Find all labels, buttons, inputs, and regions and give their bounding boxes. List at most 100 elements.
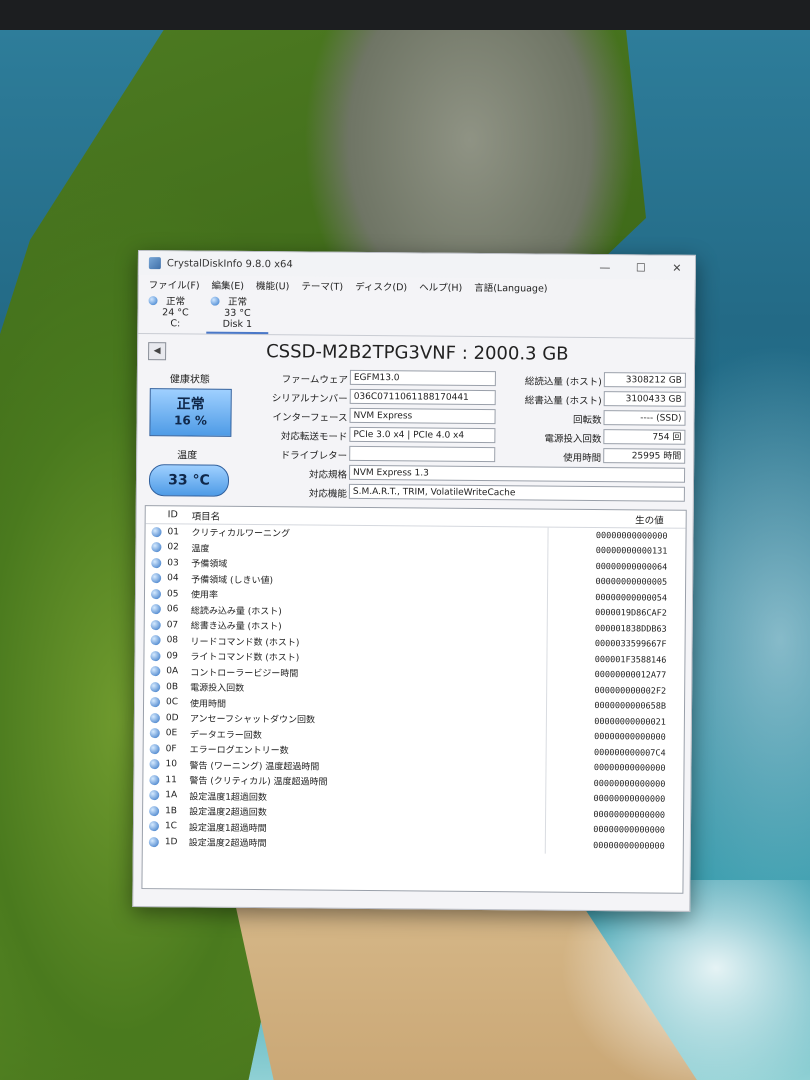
power-on-count-value: 754 回 bbox=[603, 429, 686, 445]
model-row: ◀ CSSD-M2B2TPG3VNF : 2000.3 GB bbox=[138, 334, 694, 373]
serial-value: 036C0711061188170441 bbox=[349, 388, 496, 406]
attribute-id: 01 bbox=[167, 527, 180, 538]
minimize-button[interactable]: — bbox=[587, 260, 623, 274]
header-name[interactable]: 項目名 bbox=[192, 508, 550, 525]
menu-disk[interactable]: ディスク(D) bbox=[349, 279, 413, 294]
smart-table[interactable]: ID 項目名 生の値 01 クリティカルワーニング 00000000000000 02… bbox=[141, 505, 687, 894]
attribute-name: リードコマンド数 (ホスト) bbox=[190, 637, 300, 649]
attribute-raw-value: 000001F3588146 bbox=[594, 654, 667, 666]
rotation-value: ---- (SSD) bbox=[603, 410, 686, 426]
attribute-name: データエラー回数 bbox=[189, 730, 262, 741]
previous-disk-button[interactable]: ◀ bbox=[148, 342, 167, 361]
attribute-id: 09 bbox=[166, 651, 178, 662]
health-status-box[interactable]: 正常 16 % bbox=[149, 388, 232, 437]
health-status: 正常 bbox=[176, 396, 205, 413]
power-on-count-label: 電源投入回数 bbox=[544, 433, 602, 446]
attribute-raw-value: 0000033599667F bbox=[594, 639, 667, 650]
menu-theme[interactable]: テーマ(T) bbox=[295, 278, 349, 292]
health-label: 健康状態 bbox=[169, 374, 210, 386]
status-dot-icon bbox=[144, 728, 166, 739]
status-dot-icon bbox=[145, 619, 167, 630]
attribute-id: 11 bbox=[165, 775, 177, 786]
total-read-label: 総読込量 (ホスト) bbox=[524, 376, 602, 389]
health-percent: 16 % bbox=[174, 413, 208, 428]
status-dot-icon bbox=[143, 836, 165, 847]
features-label: 対応機能 bbox=[308, 488, 347, 500]
status-dot-icon bbox=[144, 681, 166, 692]
attribute-name: 使用時間 bbox=[189, 699, 227, 710]
disk-tab-c[interactable]: 正常 24 °C C: bbox=[144, 293, 206, 334]
total-write-value: 3100433 GB bbox=[603, 391, 686, 407]
attribute-id: 08 bbox=[166, 635, 179, 646]
status-dot-icon bbox=[145, 588, 167, 599]
attribute-id: 0F bbox=[165, 744, 177, 755]
attribute-name: クリティカルワーニング bbox=[191, 528, 291, 540]
attribute-id: 0D bbox=[165, 713, 179, 724]
status-dot-icon bbox=[144, 712, 166, 723]
status-dot-icon bbox=[144, 743, 166, 754]
attribute-id: 1A bbox=[165, 790, 178, 801]
table-row[interactable]: 1D 設定温度2超過時間 00000000000000 bbox=[143, 834, 683, 854]
rotation-label: 回転数 bbox=[572, 414, 602, 427]
maximize-button[interactable]: ☐ bbox=[623, 261, 659, 274]
attribute-name: 設定温度2超過時間 bbox=[188, 838, 267, 850]
attribute-name: 設定温度1超過時間 bbox=[188, 823, 267, 834]
attribute-id: 1B bbox=[165, 806, 178, 817]
disk-temp: 33 °C bbox=[224, 307, 251, 319]
attribute-id: 03 bbox=[167, 558, 179, 569]
menu-file[interactable]: ファイル(F) bbox=[143, 277, 206, 292]
attribute-raw-value: 00000000000000 bbox=[593, 840, 665, 852]
status-dot-icon bbox=[148, 296, 158, 306]
temperature-box[interactable]: 33 °C bbox=[148, 464, 230, 497]
status-dot-icon bbox=[145, 542, 167, 553]
status-dot-icon bbox=[144, 697, 166, 708]
monitor-bezel bbox=[0, 0, 810, 30]
status-dot-icon bbox=[145, 635, 167, 646]
disk-model: CSSD-M2B2TPG3VNF : 2000.3 GB bbox=[266, 341, 569, 365]
header-id[interactable]: ID bbox=[168, 509, 192, 520]
attribute-id: 1C bbox=[164, 821, 178, 832]
attribute-name: 温度 bbox=[191, 544, 210, 555]
status-dot-icon bbox=[143, 790, 165, 801]
status-dot-icon bbox=[145, 526, 167, 537]
attribute-name: 予備領域 bbox=[191, 559, 228, 571]
status-dot-icon bbox=[143, 759, 165, 770]
header-raw[interactable]: 生の値 bbox=[550, 511, 686, 526]
menu-help[interactable]: ヘルプ(H) bbox=[413, 279, 468, 293]
attribute-raw-value: 00000000000005 bbox=[595, 577, 668, 588]
attribute-id: 0B bbox=[166, 682, 179, 693]
menu-language[interactable]: 言語(Language) bbox=[468, 280, 553, 295]
attribute-name: コントローラービジー時間 bbox=[190, 668, 299, 680]
close-button[interactable]: ✕ bbox=[659, 261, 695, 274]
attribute-name: 使用率 bbox=[190, 590, 219, 601]
status-dot-icon bbox=[145, 604, 167, 615]
disk-tab-disk1[interactable]: 正常 33 °C Disk 1 bbox=[206, 293, 269, 335]
status-dot-icon bbox=[145, 557, 167, 568]
attribute-id: 1D bbox=[164, 837, 178, 848]
attribute-raw-value: 0000019D86CAF2 bbox=[595, 608, 667, 619]
disk-name: Disk 1 bbox=[222, 318, 253, 330]
attribute-id: 0E bbox=[165, 728, 178, 739]
attribute-id: 0A bbox=[166, 666, 179, 677]
standard-label: 対応規格 bbox=[308, 469, 348, 481]
attribute-name: アンセーフシャットダウン回数 bbox=[189, 714, 316, 726]
attribute-name: エラーログエントリー数 bbox=[189, 745, 289, 757]
disk-name: C: bbox=[170, 318, 181, 330]
drive-letter-value bbox=[349, 445, 496, 463]
attribute-id: 06 bbox=[166, 604, 179, 615]
crystaldiskinfo-window: CrystalDiskInfo 9.8.0 x64 — ☐ ✕ ファイル(F) … bbox=[132, 250, 696, 912]
interface-label: インターフェース bbox=[272, 412, 348, 424]
menu-edit[interactable]: 編集(E) bbox=[206, 278, 251, 292]
attribute-raw-value: 00000000000131 bbox=[595, 546, 668, 557]
window-title: CrystalDiskInfo 9.8.0 x64 bbox=[166, 257, 293, 270]
disk-selector: 正常 24 °C C: 正常 33 °C Disk 1 bbox=[138, 293, 695, 339]
menu-function[interactable]: 機能(U) bbox=[250, 278, 295, 292]
features-value: S.M.A.R.T., TRIM, VolatileWriteCache bbox=[348, 483, 685, 502]
attribute-name: 警告 (ワーニング) 温度超過時間 bbox=[189, 761, 320, 773]
attribute-raw-value: 00000000000000 bbox=[595, 530, 668, 542]
smart-table-body: 01 クリティカルワーニング 00000000000000 02 温度 000000000… bbox=[143, 524, 686, 854]
triangle-left-icon: ◀ bbox=[153, 346, 161, 357]
firmware-value: EGFM13.0 bbox=[349, 369, 496, 387]
info-area: 健康状態 正常 16 % 温度 33 °C ファームウェア EGFM13.0 シ… bbox=[137, 368, 694, 503]
power-on-hours-value: 25995 時間 bbox=[603, 448, 686, 464]
